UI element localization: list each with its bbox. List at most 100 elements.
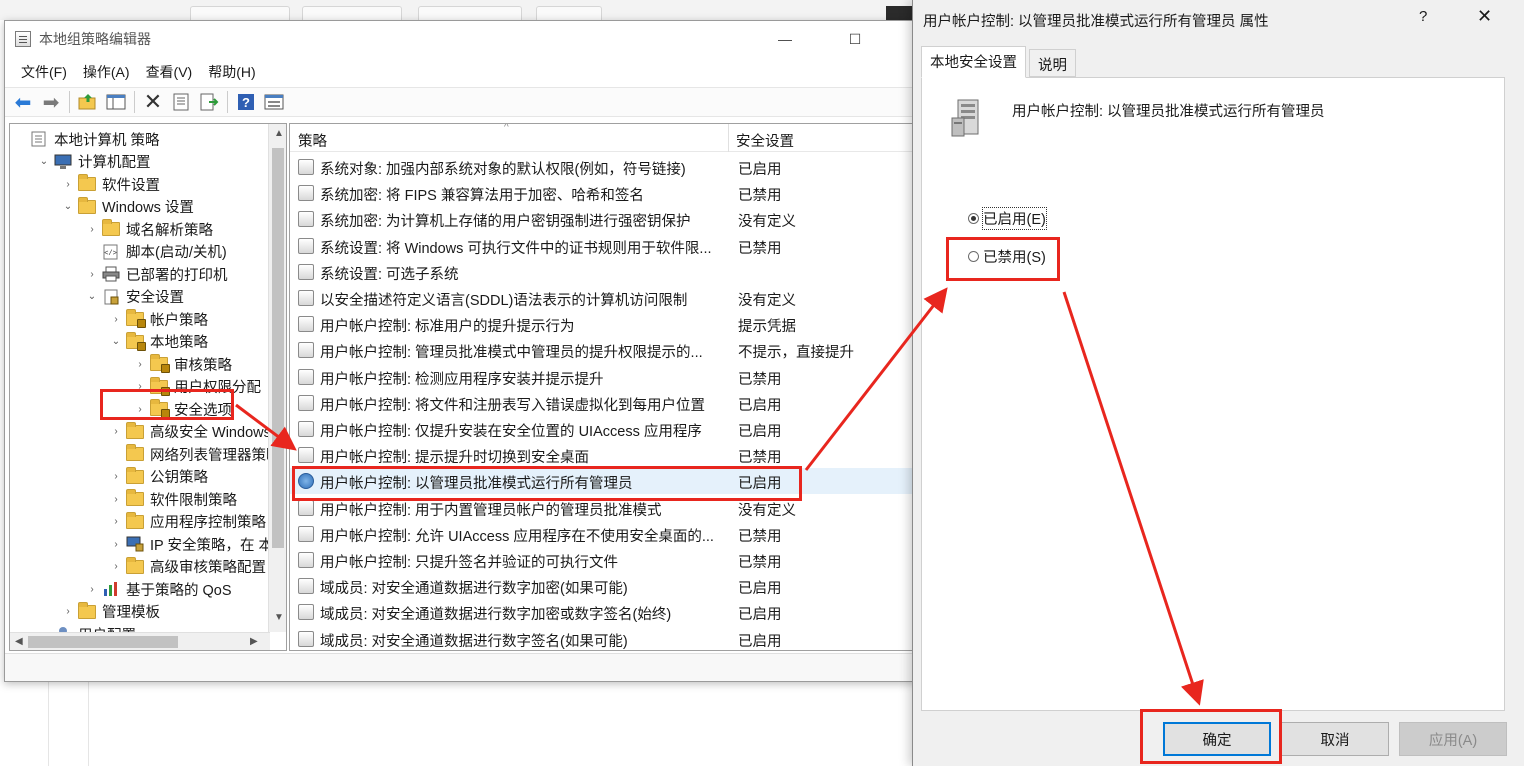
tree-item-3[interactable]: ⌄ Windows 设置 bbox=[62, 196, 194, 218]
column-header-setting[interactable]: 安全设置 bbox=[736, 130, 794, 151]
radio-enabled[interactable]: 已启用(E) bbox=[968, 207, 1047, 230]
policy-row[interactable]: 系统对象: 加强内部系统对象的默认权限(例如，符号链接) 已启用 bbox=[290, 154, 914, 180]
apply-button[interactable]: 应用(A) bbox=[1399, 722, 1507, 756]
menu-file[interactable]: 文件(F) bbox=[13, 62, 75, 82]
policy-row[interactable]: 域成员: 对安全通道数据进行数字签名(如果可能) 已启用 bbox=[290, 626, 914, 650]
tree-item-15[interactable]: › 公钥策略 bbox=[110, 466, 208, 488]
back-arrow-icon[interactable]: ⬅ bbox=[11, 90, 35, 114]
policy-row[interactable]: 系统加密: 将 FIPS 兼容算法用于加密、哈希和签名 已禁用 bbox=[290, 180, 914, 206]
chevron-down-icon[interactable]: ⌄ bbox=[86, 291, 98, 302]
policy-row[interactable]: 系统设置: 将 Windows 可执行文件中的证书规则用于软件限... 已禁用 bbox=[290, 233, 914, 259]
tree-item-17[interactable]: › 应用程序控制策略 bbox=[110, 511, 266, 533]
tree-item-11[interactable]: › 用户权限分配 bbox=[134, 376, 261, 398]
radio-disabled[interactable]: 已禁用(S) bbox=[968, 246, 1046, 267]
tree-item-5[interactable]: </> 脚本(启动/关机) bbox=[86, 241, 227, 263]
navigation-tree[interactable]: 本地计算机 策略 ⌄ 计算机配置 › 软件设置 ⌄ Windows 设置 › 域名解析策略 </>… bbox=[9, 123, 287, 651]
dialog-close-button[interactable]: ✕ bbox=[1477, 6, 1492, 27]
policy-row[interactable]: 用户帐户控制: 将文件和注册表写入错误虚拟化到每用户位置 已启用 bbox=[290, 390, 914, 416]
tree-item-1[interactable]: ⌄ 计算机配置 bbox=[38, 151, 151, 173]
tree-item-10[interactable]: › 审核策略 bbox=[134, 353, 232, 375]
policy-row[interactable]: 用户帐户控制: 提示提升时切换到安全桌面 已禁用 bbox=[290, 442, 914, 468]
policy-row[interactable]: 用户帐户控制: 以管理员批准模式运行所有管理员 已启用 bbox=[290, 468, 914, 495]
tree-item-8[interactable]: › 帐户策略 bbox=[110, 308, 208, 330]
menu-action[interactable]: 操作(A) bbox=[75, 62, 138, 82]
chevron-right-icon[interactable]: › bbox=[86, 224, 98, 235]
tree-horizontal-scrollbar[interactable]: ◀ ▶ bbox=[10, 632, 270, 650]
tree-item-0[interactable]: 本地计算机 策略 bbox=[14, 128, 160, 150]
tree-item-18[interactable]: › IP 安全策略，在 本地 bbox=[110, 533, 286, 555]
forward-arrow-icon[interactable]: ➡ bbox=[39, 90, 63, 114]
chevron-right-icon[interactable]: › bbox=[110, 426, 122, 437]
tree-vertical-scrollbar[interactable]: ▲ ▼ bbox=[268, 124, 286, 632]
radio-disabled-dot[interactable] bbox=[968, 251, 979, 262]
policy-row[interactable]: 用户帐户控制: 管理员批准模式中管理员的提升权限提示的... 不提示，直接提升 bbox=[290, 337, 914, 363]
up-folder-icon[interactable] bbox=[76, 90, 100, 114]
ok-button[interactable]: 确定 bbox=[1163, 722, 1271, 756]
radio-disabled-label[interactable]: 已禁用(S) bbox=[983, 246, 1046, 267]
tree-item-12[interactable]: › 安全选项 bbox=[134, 398, 232, 420]
policy-row[interactable]: 域成员: 对安全通道数据进行数字加密或数字签名(始终) 已启用 bbox=[290, 599, 914, 625]
tree-item-19[interactable]: › 高级审核策略配置 bbox=[110, 556, 266, 578]
help-icon[interactable]: ? bbox=[234, 90, 258, 114]
chevron-right-icon[interactable]: › bbox=[110, 314, 122, 325]
column-header-policy[interactable]: 策略 bbox=[298, 130, 327, 151]
chevron-down-icon[interactable]: ⌄ bbox=[62, 201, 74, 212]
tree-scroll-thumb[interactable] bbox=[272, 148, 284, 548]
show-hide-tree-icon[interactable] bbox=[104, 90, 128, 114]
scroll-down-arrow-icon[interactable]: ▼ bbox=[274, 612, 284, 623]
delete-icon[interactable]: ✕ bbox=[141, 89, 165, 114]
chevron-right-icon[interactable]: › bbox=[110, 539, 122, 550]
policy-row[interactable]: 系统设置: 可选子系统 bbox=[290, 259, 914, 285]
policy-row[interactable]: 用户帐户控制: 仅提升安装在安全位置的 UIAccess 应用程序 已启用 bbox=[290, 416, 914, 442]
policy-row[interactable]: 用户帐户控制: 只提升签名并验证的可执行文件 已禁用 bbox=[290, 547, 914, 573]
radio-enabled-dot[interactable] bbox=[968, 213, 979, 224]
policy-row[interactable]: 系统加密: 为计算机上存储的用户密钥强制进行强密钥保护 没有定义 bbox=[290, 206, 914, 232]
chevron-right-icon[interactable]: › bbox=[134, 359, 146, 370]
tab-local-security-setting[interactable]: 本地安全设置 bbox=[921, 46, 1026, 78]
chevron-right-icon[interactable]: › bbox=[86, 584, 98, 595]
scroll-left-arrow-icon[interactable]: ◀ bbox=[15, 636, 23, 647]
chevron-down-icon[interactable]: ⌄ bbox=[110, 336, 122, 347]
scroll-right-arrow-icon[interactable]: ▶ bbox=[250, 636, 258, 647]
export-list-icon[interactable] bbox=[197, 90, 221, 114]
tree-item-20[interactable]: › 基于策略的 QoS bbox=[86, 578, 232, 600]
chevron-right-icon[interactable]: › bbox=[110, 494, 122, 505]
dialog-help-button[interactable]: ? bbox=[1419, 8, 1427, 25]
properties-icon[interactable] bbox=[169, 90, 193, 114]
menu-help[interactable]: 帮助(H) bbox=[200, 62, 263, 82]
chevron-right-icon[interactable]: › bbox=[134, 404, 146, 415]
tree-item-13[interactable]: › 高级安全 Windows bbox=[110, 421, 271, 443]
chevron-right-icon[interactable]: › bbox=[86, 269, 98, 280]
chevron-right-icon[interactable]: › bbox=[110, 516, 122, 527]
maximize-button[interactable]: ☐ bbox=[845, 29, 865, 49]
tree-item-7[interactable]: ⌄ 安全设置 bbox=[86, 286, 184, 308]
chevron-down-icon[interactable]: ⌄ bbox=[38, 156, 50, 167]
chevron-right-icon[interactable]: › bbox=[110, 471, 122, 482]
policy-row[interactable]: 用户帐户控制: 标准用户的提升提示行为 提示凭据 bbox=[290, 311, 914, 337]
tree-item-2[interactable]: › 软件设置 bbox=[62, 173, 160, 195]
chevron-right-icon[interactable]: › bbox=[110, 561, 122, 572]
chevron-right-icon[interactable]: › bbox=[62, 606, 74, 617]
tree-hscroll-thumb[interactable] bbox=[28, 636, 178, 648]
minimize-button[interactable]: — bbox=[775, 29, 795, 49]
cancel-button[interactable]: 取消 bbox=[1281, 722, 1389, 756]
policy-row[interactable]: 用户帐户控制: 检测应用程序安装并提示提升 已禁用 bbox=[290, 364, 914, 390]
menu-view[interactable]: 查看(V) bbox=[138, 62, 201, 82]
policy-row[interactable]: 以安全描述符定义语言(SDDL)语法表示的计算机访问限制 没有定义 bbox=[290, 285, 914, 311]
column-divider[interactable] bbox=[728, 124, 729, 152]
tree-item-14[interactable]: 网络列表管理器策略 bbox=[110, 443, 281, 465]
chevron-right-icon[interactable]: › bbox=[134, 381, 146, 392]
policy-row[interactable]: 用户帐户控制: 允许 UIAccess 应用程序在不使用安全桌面的... 已禁用 bbox=[290, 521, 914, 547]
filter-view-icon[interactable] bbox=[262, 90, 286, 114]
policy-row[interactable]: 用户帐户控制: 用于内置管理员帐户的管理员批准模式 没有定义 bbox=[290, 495, 914, 521]
policy-row[interactable]: 域成员: 对安全通道数据进行数字加密(如果可能) 已启用 bbox=[290, 573, 914, 599]
tree-item-6[interactable]: › 已部署的打印机 bbox=[86, 263, 228, 285]
tree-item-4[interactable]: › 域名解析策略 bbox=[86, 218, 213, 240]
tree-item-16[interactable]: › 软件限制策略 bbox=[110, 488, 237, 510]
tree-item-9[interactable]: ⌄ 本地策略 bbox=[110, 331, 208, 353]
scroll-up-arrow-icon[interactable]: ▲ bbox=[274, 128, 284, 139]
tree-item-21[interactable]: › 管理模板 bbox=[62, 601, 160, 623]
radio-enabled-label[interactable]: 已启用(E) bbox=[982, 207, 1047, 230]
chevron-right-icon[interactable]: › bbox=[62, 179, 74, 190]
policy-list[interactable]: ^ 策略 安全设置 系统对象: 加强内部系统对象的默认权限(例如，符号链接) 已启… bbox=[289, 123, 915, 651]
